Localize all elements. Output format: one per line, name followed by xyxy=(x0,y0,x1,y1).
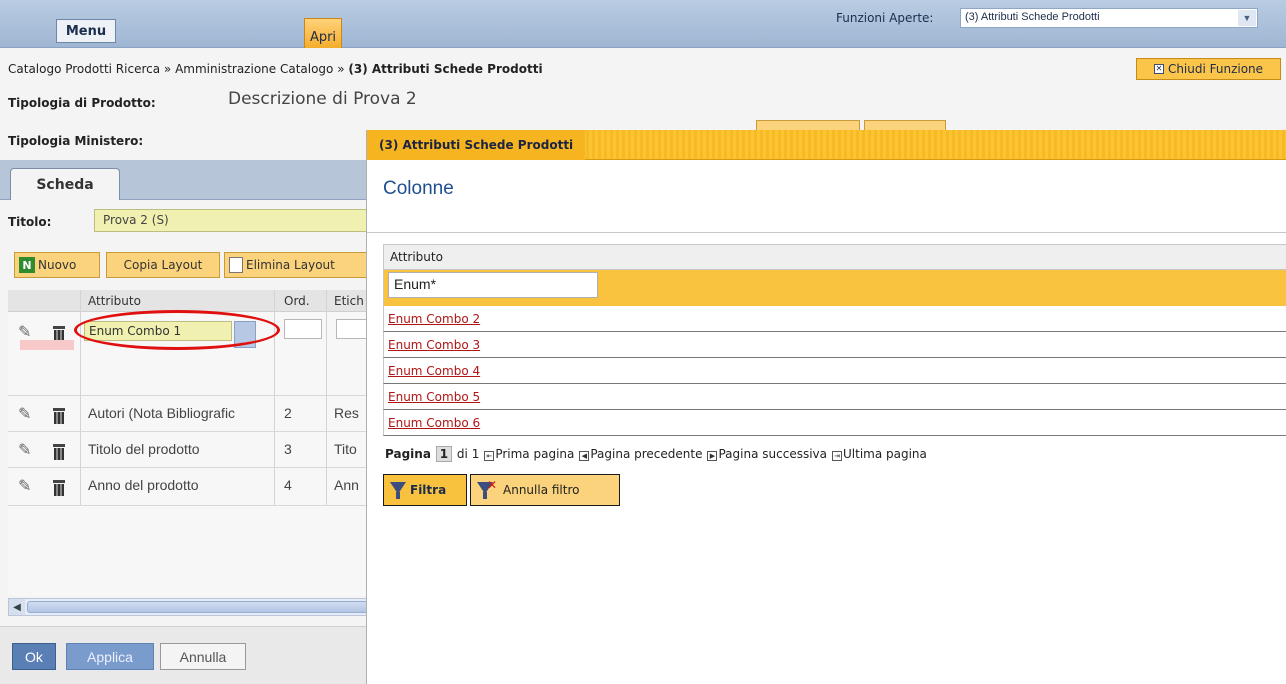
last-page-icon: ⇥ xyxy=(832,451,842,461)
trash-icon[interactable] xyxy=(52,408,66,424)
filter-row: Enum* xyxy=(383,270,1286,306)
horizontal-scrollbar[interactable]: ◀ xyxy=(8,598,371,616)
funzioni-aperte-selected: (3) Attributi Schede Prodotti xyxy=(965,11,1100,23)
funzioni-aperte-select[interactable]: (3) Attributi Schede Prodotti ▼ xyxy=(960,8,1258,28)
trash-icon[interactable] xyxy=(52,444,66,460)
popup-title: (3) Attributi Schede Prodotti xyxy=(367,130,586,160)
attributo-filter-input[interactable]: Enum* xyxy=(388,272,598,298)
pager-label: Pagina xyxy=(385,447,431,461)
cell-attributo: Anno del prodotto xyxy=(88,477,199,493)
trash-icon[interactable] xyxy=(52,480,66,496)
top-bar: Menu Apri Funzioni Aperte: (3) Attributi… xyxy=(0,0,1286,48)
copia-layout-label: Copia Layout xyxy=(123,258,203,272)
list-item[interactable]: Enum Combo 2 xyxy=(383,306,1286,332)
list-item[interactable]: Enum Combo 4 xyxy=(383,358,1286,384)
header-etichetta: Etich xyxy=(334,294,364,308)
edit-icon[interactable]: ✎ xyxy=(18,440,36,459)
popup-title-bar: (3) Attributi Schede Prodotti xyxy=(367,130,1286,160)
cell-attributo: Autori (Nota Bibliografic xyxy=(88,405,236,421)
cell-ord: 2 xyxy=(284,405,292,421)
scroll-left-icon[interactable]: ◀ xyxy=(9,599,25,615)
edit-icon[interactable]: ✎ xyxy=(18,404,36,423)
last-page-link[interactable]: ⇥ Ultima pagina xyxy=(832,447,927,461)
cell-attributo: Titolo del prodotto xyxy=(88,441,200,457)
apri-button[interactable]: Apri xyxy=(304,18,342,48)
clear-filter-icon: ✕ xyxy=(477,478,497,499)
list-item[interactable]: Enum Combo 3 xyxy=(383,332,1286,358)
ok-button[interactable]: Ok xyxy=(12,643,56,670)
nuovo-button[interactable]: N Nuovo xyxy=(14,252,100,278)
elimina-layout-button[interactable]: Elimina Layout xyxy=(224,252,370,278)
tipologia-prodotto-value: Descrizione di Prova 2 xyxy=(228,89,417,109)
new-icon: N xyxy=(19,257,35,273)
titolo-input[interactable]: Prova 2 (S) xyxy=(94,209,370,232)
pager-total: di 1 xyxy=(456,447,480,461)
annulla-filtro-button[interactable]: ✕ Annulla filtro xyxy=(470,474,620,506)
cell-ord: 4 xyxy=(284,477,292,493)
copia-layout-button[interactable]: Copia Layout xyxy=(106,252,220,278)
prev-page-icon: ◀ xyxy=(579,451,590,461)
list-item[interactable]: Enum Combo 5 xyxy=(383,384,1286,410)
row-highlight xyxy=(20,340,74,350)
list-item[interactable]: Enum Combo 6 xyxy=(383,410,1286,436)
breadcrumb-item-amministrazione[interactable]: Amministrazione Catalogo xyxy=(175,62,333,76)
tipologia-ministero-label: Tipologia Ministero: xyxy=(8,134,144,148)
chiudi-funzione-label: Chiudi Funzione xyxy=(1167,62,1264,76)
next-page-link[interactable]: ▶ Pagina successiva xyxy=(707,447,827,461)
tipologia-prodotto-label: Tipologia di Prodotto: xyxy=(8,96,156,110)
table-row[interactable]: ✎ Autori (Nota Bibliografic 2 Res xyxy=(8,396,370,432)
applica-button[interactable]: Applica xyxy=(66,643,154,670)
list-item-link[interactable]: Enum Combo 5 xyxy=(388,390,480,404)
pager-current-page[interactable]: 1 xyxy=(435,446,452,462)
breadcrumb: Catalogo Prodotti Ricerca » Amministrazi… xyxy=(8,62,543,76)
table-row[interactable]: ✎ Anno del prodotto 4 Ann xyxy=(8,468,370,506)
list-item-link[interactable]: Enum Combo 3 xyxy=(388,338,480,352)
header-attributo: Attributo xyxy=(88,294,141,308)
titolo-label: Titolo: xyxy=(8,215,52,229)
etichetta-edit-input[interactable] xyxy=(336,319,370,339)
colonne-popup: (3) Attributi Schede Prodotti Colonne At… xyxy=(366,130,1286,684)
ord-edit-input[interactable] xyxy=(284,319,322,339)
list-item-link[interactable]: Enum Combo 6 xyxy=(388,416,480,430)
list-item-link[interactable]: Enum Combo 2 xyxy=(388,312,480,326)
grid-header: Attributo Ord. Etich xyxy=(8,290,370,312)
tab-scheda[interactable]: Scheda xyxy=(10,168,120,200)
pager: Pagina 1 di 1 ⇤ Prima pagina ◀ Pagina prec… xyxy=(385,446,927,462)
menu-button[interactable]: Menu xyxy=(56,19,116,43)
prev-page-link[interactable]: ◀ Pagina precedente xyxy=(579,447,702,461)
filtra-label: Filtra xyxy=(410,483,447,497)
breadcrumb-current: (3) Attributi Schede Prodotti xyxy=(348,62,543,76)
annulla-button[interactable]: Annulla xyxy=(160,643,246,670)
cell-etichetta: Ann xyxy=(334,477,359,493)
funzioni-aperte-label: Funzioni Aperte: xyxy=(836,11,934,25)
filtra-button[interactable]: Filtra xyxy=(383,474,467,506)
scrollbar-thumb[interactable] xyxy=(27,601,371,613)
cell-etichetta: Tito xyxy=(334,441,357,457)
nuovo-label: Nuovo xyxy=(38,258,77,272)
elimina-layout-label: Elimina Layout xyxy=(246,258,335,272)
first-page-icon: ⇤ xyxy=(484,451,495,461)
red-highlight-oval xyxy=(74,310,280,350)
list-header-attributo: Attributo xyxy=(383,244,1286,270)
cell-ord: 3 xyxy=(284,441,292,457)
filter-icon xyxy=(390,481,406,499)
first-page-link[interactable]: ⇤ Prima pagina xyxy=(484,447,574,461)
list-item-link[interactable]: Enum Combo 4 xyxy=(388,364,480,378)
cell-etichetta: Res xyxy=(334,405,359,421)
popup-heading: Colonne xyxy=(383,178,454,199)
breadcrumb-item-catalogo[interactable]: Catalogo Prodotti Ricerca xyxy=(8,62,160,76)
delete-layout-icon xyxy=(229,257,243,273)
breadcrumb-separator: » xyxy=(163,62,172,76)
table-row[interactable]: ✎ Titolo del prodotto 3 Tito xyxy=(8,432,370,468)
edit-icon[interactable]: ✎ xyxy=(18,476,36,495)
annulla-filtro-label: Annulla filtro xyxy=(503,483,580,497)
chiudi-funzione-button[interactable]: ✕ Chiudi Funzione xyxy=(1136,58,1281,80)
header-ord: Ord. xyxy=(284,294,310,308)
edit-icon[interactable]: ✎ xyxy=(18,322,36,341)
close-icon: ✕ xyxy=(1153,64,1164,74)
chevron-down-icon[interactable]: ▼ xyxy=(1238,10,1256,26)
next-page-icon: ▶ xyxy=(707,451,718,461)
breadcrumb-separator: » xyxy=(337,62,345,76)
divider xyxy=(367,232,1286,233)
